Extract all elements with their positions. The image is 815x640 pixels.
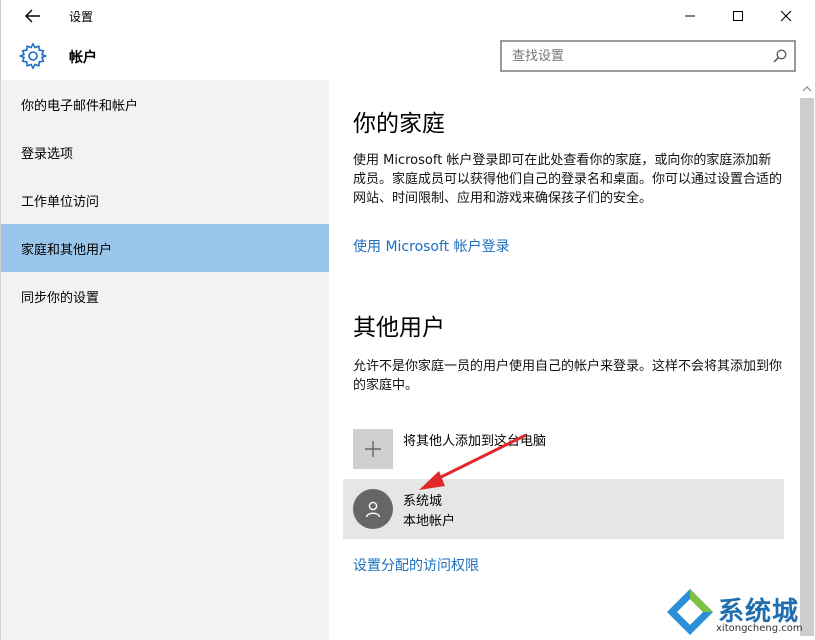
sidebar: 你的电子邮件和帐户 登录选项 工作单位访问 家庭和其他用户 同步你的设置 bbox=[1, 80, 329, 640]
maximize-button[interactable] bbox=[715, 0, 761, 32]
close-button[interactable] bbox=[763, 0, 809, 32]
sidebar-item-email-accounts[interactable]: 你的电子邮件和帐户 bbox=[1, 80, 329, 128]
sidebar-item-work-access[interactable]: 工作单位访问 bbox=[1, 176, 329, 224]
add-box bbox=[353, 429, 393, 469]
user-icon bbox=[365, 501, 381, 518]
maximize-icon bbox=[733, 11, 743, 21]
page-header: 帐户 bbox=[1, 32, 815, 80]
search-icon[interactable] bbox=[766, 42, 794, 70]
sidebar-item-label: 家庭和其他用户 bbox=[21, 242, 113, 258]
watermark-url: xitongcheng.com bbox=[716, 623, 803, 634]
window-title: 设置 bbox=[69, 10, 94, 24]
minimize-button[interactable] bbox=[667, 0, 713, 32]
settings-window: 设置 帐户 你的电子邮件和帐户 bbox=[0, 0, 815, 640]
sidebar-item-label: 同步你的设置 bbox=[21, 290, 100, 306]
gear-icon bbox=[19, 42, 47, 70]
scroll-up-icon[interactable] bbox=[801, 84, 813, 94]
sidebar-item-family-other-users[interactable]: 家庭和其他用户 bbox=[1, 224, 329, 272]
minimize-icon bbox=[685, 15, 695, 17]
back-button[interactable] bbox=[15, 2, 51, 30]
user-account-type: 本地帐户 bbox=[403, 514, 456, 529]
sidebar-item-label: 登录选项 bbox=[21, 146, 74, 162]
sidebar-item-sync-settings[interactable]: 同步你的设置 bbox=[1, 272, 329, 320]
sidebar-item-sign-in-options[interactable]: 登录选项 bbox=[1, 128, 329, 176]
other-users-description: 允许不是你家庭一员的用户使用自己的帐户来登录。这样不会将其添加到你的家庭中。 bbox=[353, 359, 783, 393]
other-users-heading: 其他用户 bbox=[353, 315, 445, 341]
avatar bbox=[353, 489, 393, 529]
watermark-logo-icon bbox=[667, 589, 713, 635]
main-content: 你的家庭 使用 Microsoft 帐户登录即可在此处查看你的家庭，或向你的家庭… bbox=[329, 80, 799, 640]
search-box[interactable] bbox=[500, 40, 796, 72]
watermark: 系统城 xitongcheng.com bbox=[661, 585, 815, 640]
annotation-arrow-icon bbox=[419, 433, 527, 490]
plus-icon bbox=[365, 441, 381, 457]
close-icon bbox=[780, 10, 792, 22]
microsoft-signin-link[interactable]: 使用 Microsoft 帐户登录 bbox=[353, 236, 510, 256]
back-arrow-icon bbox=[25, 9, 40, 23]
title-bar: 设置 bbox=[1, 0, 815, 32]
assigned-access-link[interactable]: 设置分配的访问权限 bbox=[353, 555, 479, 575]
search-input[interactable] bbox=[502, 42, 766, 70]
scrollbar[interactable] bbox=[798, 80, 815, 640]
scroll-thumb[interactable] bbox=[800, 98, 814, 636]
family-description: 使用 Microsoft 帐户登录即可在此处查看你的家庭，或向你的家庭添加新成员… bbox=[353, 153, 783, 206]
family-heading: 你的家庭 bbox=[353, 111, 445, 137]
sidebar-item-label: 你的电子邮件和帐户 bbox=[21, 98, 139, 114]
sidebar-item-label: 工作单位访问 bbox=[21, 194, 100, 210]
page-title: 帐户 bbox=[69, 50, 97, 66]
